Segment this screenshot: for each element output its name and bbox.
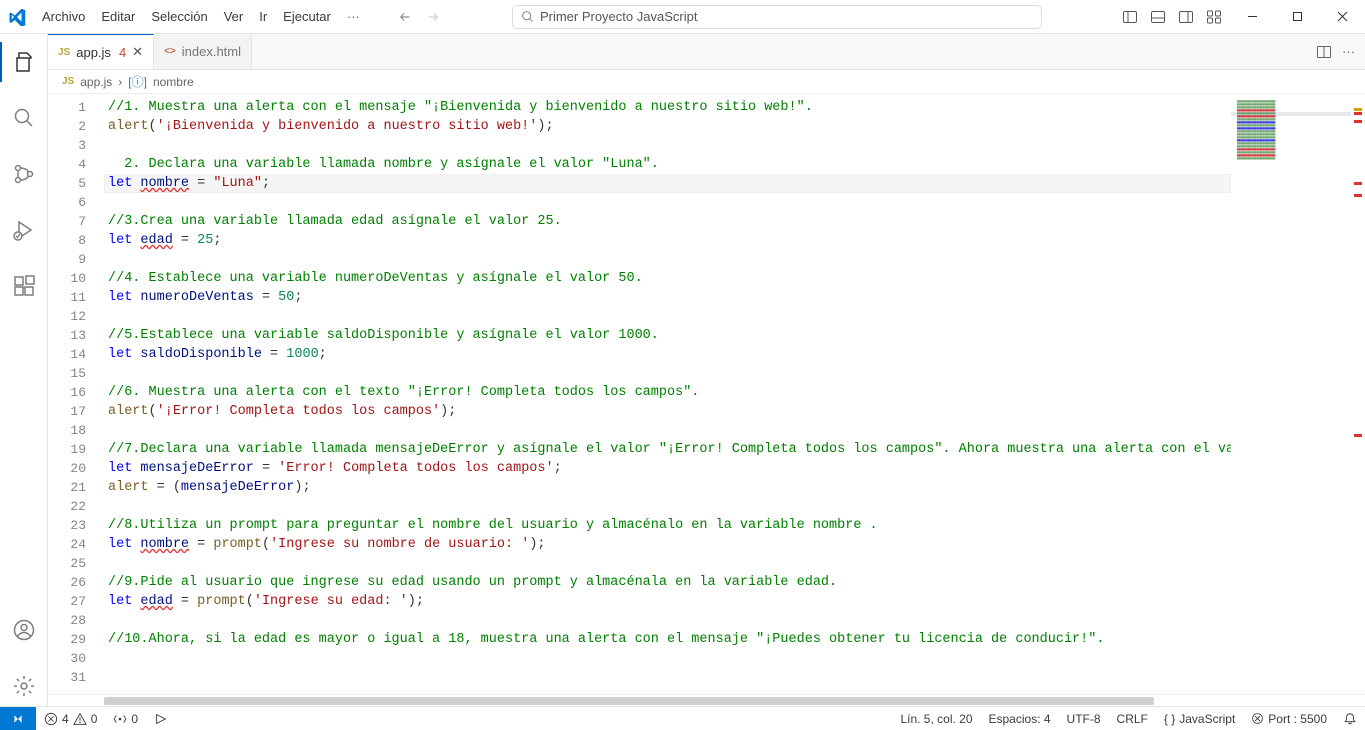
status-live-server[interactable]: Port : 5500: [1243, 712, 1335, 726]
status-language-mode[interactable]: { } JavaScript: [1156, 712, 1243, 726]
menu-ver[interactable]: Ver: [216, 0, 252, 34]
breadcrumb-file: app.js: [80, 75, 112, 89]
settings-gear-icon[interactable]: [0, 666, 48, 706]
breadcrumb-symbol: nombre: [153, 75, 194, 89]
html-file-icon: <>: [164, 46, 176, 57]
status-encoding[interactable]: UTF-8: [1059, 712, 1109, 726]
window-maximize-button[interactable]: [1275, 0, 1320, 34]
menu-bar: ArchivoEditarSelecciónVerIrEjecutar: [34, 0, 339, 34]
code-content[interactable]: //1. Muestra una alerta con el mensaje "…: [104, 94, 1231, 694]
menu-ir[interactable]: Ir: [251, 0, 275, 34]
line-number-gutter: 1234567891011121314151617181920212223242…: [48, 94, 104, 694]
vscode-logo-icon: [0, 8, 34, 26]
window-minimize-button[interactable]: [1230, 0, 1275, 34]
menu-overflow[interactable]: ···: [339, 9, 368, 24]
layout-sidebar-right-icon[interactable]: [1178, 9, 1194, 25]
split-editor-icon[interactable]: [1316, 44, 1332, 60]
status-problems[interactable]: 4 0: [36, 712, 105, 726]
breadcrumb[interactable]: JS app.js › [ⓘ] nombre: [48, 70, 1365, 94]
menu-selección[interactable]: Selección: [143, 0, 215, 34]
window-close-button[interactable]: [1320, 0, 1365, 34]
tab-label: app.js: [76, 45, 111, 60]
status-indentation[interactable]: Espacios: 4: [981, 712, 1059, 726]
tab-index-html[interactable]: <> index.html: [154, 34, 252, 69]
status-cursor-position[interactable]: Lín. 5, col. 20: [892, 712, 980, 726]
menu-editar[interactable]: Editar: [93, 0, 143, 34]
minimap[interactable]: ████████████████████████████████████████…: [1231, 94, 1351, 694]
status-errors-count: 4: [62, 712, 69, 726]
search-icon: [521, 10, 534, 23]
run-debug-view-icon[interactable]: [0, 210, 48, 250]
horizontal-scrollbar[interactable]: [48, 694, 1365, 706]
accounts-icon[interactable]: [0, 610, 48, 650]
editor-tabs: JS app.js 4 ✕ <> index.html ···: [48, 34, 1365, 70]
layout-sidebar-left-icon[interactable]: [1122, 9, 1138, 25]
status-notifications-icon[interactable]: [1335, 712, 1365, 726]
customize-layout-icon[interactable]: [1206, 9, 1222, 25]
status-bar: 4 0 0 Lín. 5, col. 20 Espacios: 4 UTF-8 …: [0, 706, 1365, 730]
menu-ejecutar[interactable]: Ejecutar: [275, 0, 339, 34]
menu-archivo[interactable]: Archivo: [34, 0, 93, 34]
explorer-view-icon[interactable]: [0, 42, 48, 82]
remote-indicator[interactable]: [0, 707, 36, 730]
tab-label: index.html: [182, 44, 241, 59]
search-view-icon[interactable]: [0, 98, 48, 138]
title-bar: ArchivoEditarSelecciónVerIrEjecutar ··· …: [0, 0, 1365, 34]
tab-problems-count: 4: [119, 45, 126, 60]
code-editor[interactable]: 1234567891011121314151617181920212223242…: [48, 94, 1365, 694]
status-eol[interactable]: CRLF: [1109, 712, 1156, 726]
symbol-variable-icon: [ⓘ]: [128, 73, 147, 90]
close-tab-icon[interactable]: ✕: [132, 44, 143, 60]
tab-app-js[interactable]: JS app.js 4 ✕: [48, 34, 154, 69]
source-control-view-icon[interactable]: [0, 154, 48, 194]
layout-panel-icon[interactable]: [1150, 9, 1166, 25]
extensions-view-icon[interactable]: [0, 266, 48, 306]
activity-bar: [0, 34, 48, 706]
status-warnings-count: 0: [91, 712, 98, 726]
nav-back-icon[interactable]: [398, 10, 412, 24]
js-file-icon: JS: [58, 47, 70, 58]
js-file-icon: JS: [62, 76, 74, 87]
command-center-search[interactable]: Primer Proyecto JavaScript: [512, 5, 1042, 29]
chevron-right-icon: ›: [118, 75, 122, 89]
nav-forward-icon[interactable]: [426, 10, 440, 24]
status-ports[interactable]: 0: [105, 712, 146, 726]
overview-ruler[interactable]: [1351, 94, 1365, 694]
status-ports-count: 0: [131, 712, 138, 726]
more-actions-icon[interactable]: ···: [1342, 44, 1355, 59]
command-center-text: Primer Proyecto JavaScript: [540, 9, 698, 24]
status-live-preview[interactable]: [146, 712, 176, 726]
